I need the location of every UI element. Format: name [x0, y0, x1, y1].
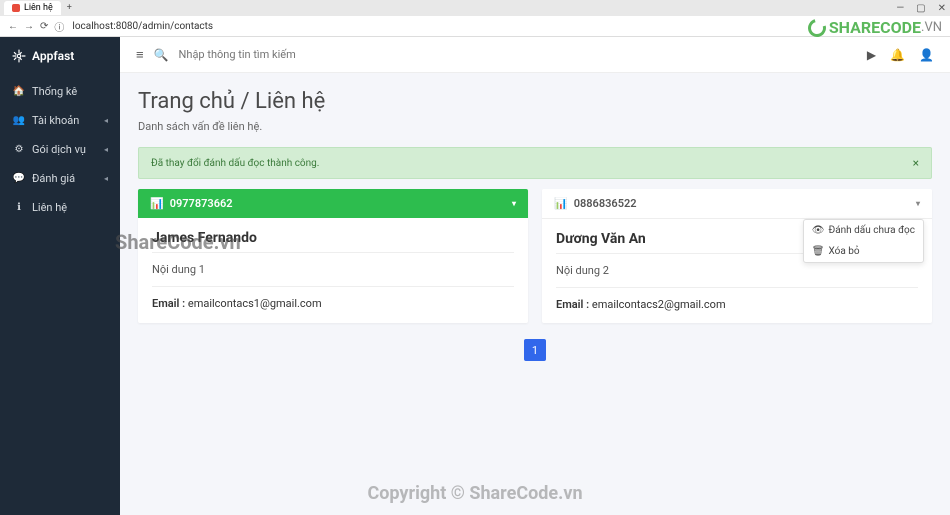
chevron-down-icon[interactable]: ▾: [916, 199, 920, 208]
user-icon[interactable]: 👤: [919, 48, 934, 62]
card-content: Nội dung 2: [556, 264, 918, 277]
topbar: ≡ 🔍 ▶ 🔔 👤: [120, 37, 950, 73]
url-text[interactable]: localhost:8080/admin/contacts: [72, 21, 213, 32]
forward-button[interactable]: →: [24, 21, 34, 32]
chevron-left-icon: ◂: [104, 145, 108, 154]
sidebar-item-label: Liên hệ: [32, 201, 67, 214]
dropdown-label: Đánh dấu chưa đọc: [829, 225, 916, 236]
email-value: emailcontacs1@gmail.com: [188, 297, 322, 310]
contact-card: 📊 0886836522 ▾ 👁 Đánh dấu chưa đọc 🗑 Xóa…: [542, 189, 932, 323]
gear-icon: ⚙: [12, 144, 26, 155]
chat-icon: 💬: [12, 173, 26, 184]
chevron-left-icon: ◂: [104, 116, 108, 125]
sidebar-item-stats[interactable]: 🏠 Thống kê: [0, 77, 120, 106]
card-header: 📊 0977873662 ▾: [138, 189, 528, 218]
sidebar-item-label: Tài khoản: [32, 114, 79, 127]
divider: [152, 252, 514, 253]
tab-favicon: [12, 4, 20, 12]
back-button[interactable]: ←: [8, 21, 18, 32]
email-label: Email :: [152, 297, 185, 310]
reload-button[interactable]: ⟳: [40, 21, 48, 32]
users-icon: 👥: [12, 115, 26, 126]
sidebar-item-reviews[interactable]: 💬 Đánh giá ◂: [0, 164, 120, 193]
alert-close-icon[interactable]: ×: [913, 156, 919, 170]
divider: [556, 287, 918, 288]
youtube-icon[interactable]: ▶: [867, 48, 876, 62]
sidebar: Appfast 🏠 Thống kê 👥 Tài khoản ◂ ⚙ Gói d…: [0, 37, 120, 515]
trash-icon: 🗑: [812, 246, 825, 257]
chevron-left-icon: ◂: [104, 174, 108, 183]
dropdown-delete[interactable]: 🗑 Xóa bỏ: [804, 241, 923, 262]
chart-icon: 📊: [150, 197, 164, 210]
new-tab-button[interactable]: +: [61, 3, 78, 13]
card-email-row: Email : emailcontacs1@gmail.com: [152, 297, 514, 310]
dropdown-label: Xóa bỏ: [829, 246, 860, 257]
eye-icon: 👁: [812, 225, 825, 236]
card-header: 📊 0886836522 ▾: [542, 189, 932, 219]
email-label: Email :: [556, 298, 589, 311]
sharecode-logo: SHARECODE.VN: [808, 18, 942, 37]
menu-toggle-icon[interactable]: ≡: [136, 47, 144, 63]
tab-bar: Liên hệ + — ▢ ✕: [0, 0, 950, 16]
email-value: emailcontacs2@gmail.com: [592, 298, 726, 311]
brand[interactable]: Appfast: [0, 49, 120, 77]
divider: [152, 286, 514, 287]
window-controls: — ▢ ✕: [896, 3, 946, 14]
maximize-button[interactable]: ▢: [916, 3, 925, 14]
close-window-button[interactable]: ✕: [938, 3, 946, 14]
sidebar-item-label: Đánh giá: [32, 172, 75, 185]
card-name: James Fernando: [152, 230, 514, 246]
page-title: Trang chủ / Liên hệ: [138, 89, 932, 114]
brand-icon: [12, 49, 26, 63]
card-phone: 0886836522: [574, 197, 637, 210]
search-icon[interactable]: 🔍: [154, 48, 169, 62]
bell-icon[interactable]: 🔔: [890, 48, 905, 62]
search-input[interactable]: [179, 48, 857, 61]
contact-card: 📊 0977873662 ▾ James Fernando Nội dung 1…: [138, 189, 528, 323]
info-icon: ℹ: [12, 202, 26, 213]
chevron-down-icon[interactable]: ▾: [512, 199, 516, 208]
home-icon: 🏠: [12, 86, 26, 97]
page-subtitle: Danh sách vấn đề liên hệ.: [138, 120, 932, 133]
sidebar-item-label: Thống kê: [32, 85, 77, 98]
alert-text: Đã thay đổi đánh dấu đọc thành công.: [151, 158, 319, 169]
sidebar-item-label: Gói dịch vụ: [32, 143, 86, 156]
main: ≡ 🔍 ▶ 🔔 👤 Trang chủ / Liên hệ Danh sách …: [120, 37, 950, 515]
card-phone: 0977873662: [170, 197, 233, 210]
card-dropdown: 👁 Đánh dấu chưa đọc 🗑 Xóa bỏ: [803, 219, 924, 263]
info-icon[interactable]: ⓘ: [54, 19, 64, 34]
brand-text: Appfast: [32, 49, 74, 63]
page-button[interactable]: 1: [524, 339, 546, 361]
card-email-row: Email : emailcontacs2@gmail.com: [556, 298, 918, 311]
sidebar-item-contact[interactable]: ℹ Liên hệ: [0, 193, 120, 222]
pagination: 1: [138, 339, 932, 361]
success-alert: Đã thay đổi đánh dấu đọc thành công. ×: [138, 147, 932, 179]
sidebar-item-packages[interactable]: ⚙ Gói dịch vụ ◂: [0, 135, 120, 164]
card-content: Nội dung 1: [152, 263, 514, 276]
sidebar-item-accounts[interactable]: 👥 Tài khoản ◂: [0, 106, 120, 135]
content: Trang chủ / Liên hệ Danh sách vấn đề liê…: [120, 73, 950, 377]
tab-title: Liên hệ: [24, 3, 53, 13]
dropdown-mark-unread[interactable]: 👁 Đánh dấu chưa đọc: [804, 220, 923, 241]
chart-icon: 📊: [554, 197, 568, 210]
browser-tab[interactable]: Liên hệ: [4, 1, 61, 15]
minimize-button[interactable]: —: [896, 3, 904, 14]
